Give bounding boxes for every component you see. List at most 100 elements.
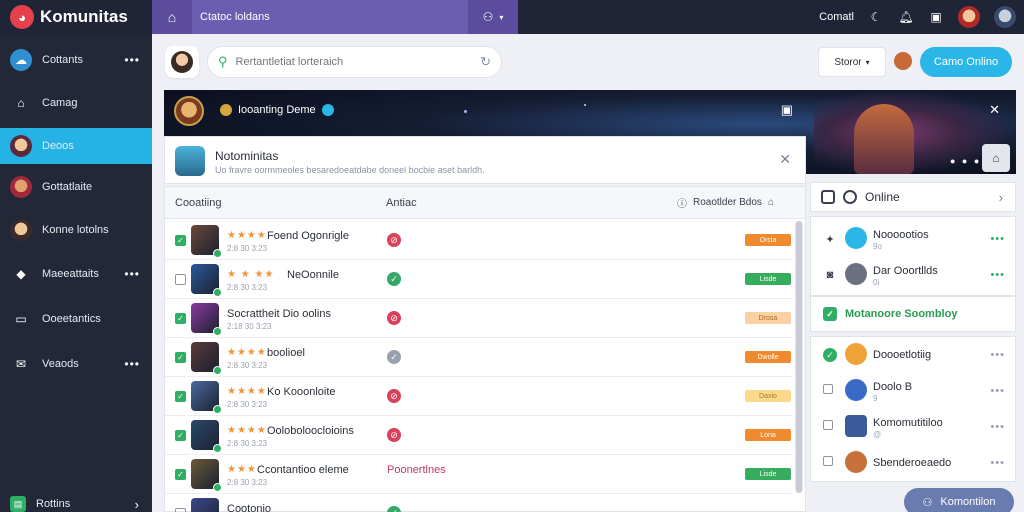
status-tag[interactable]: Lisde [745, 273, 791, 285]
filter-icon[interactable]: ⌂ [768, 197, 774, 208]
table-row[interactable]: ★ ★ ★★ NeOonnile 2:8 30 3:23 ✓ Lisde [165, 260, 793, 299]
community-banner[interactable]: ✓ Motanoore Soombloy [810, 296, 1016, 332]
row-checkbox[interactable]: ✓ [175, 313, 186, 324]
refresh-icon[interactable]: ↻ [480, 54, 491, 70]
sidebar-item-gottatlaite[interactable]: Gottatlaite [0, 169, 152, 205]
scrollbar[interactable] [795, 221, 803, 493]
row-checkbox[interactable]: ✓ [175, 391, 186, 402]
row-checkbox[interactable]: ✓ [175, 235, 186, 246]
status-tag[interactable]: Dwolle [745, 351, 791, 363]
status-tag[interactable]: Orcia [745, 234, 791, 246]
approve-icon[interactable]: ✓ [387, 506, 401, 512]
member-item[interactable]: ✓ Doooetlotiig ••• [811, 337, 1017, 373]
status-select[interactable]: Storor ▾ [818, 47, 886, 77]
chat-button[interactable]: ⚇ Komontilon [904, 488, 1014, 512]
row-title[interactable]: Socrattheit Dio oolins [227, 308, 331, 320]
table-row[interactable]: ✓ Socrattheit Dio oolins 2:18 30 3:23 ⊘ Dros… [165, 299, 793, 338]
save-icon[interactable]: ▣ [781, 102, 793, 118]
more-icon[interactable]: ••• [990, 385, 1005, 397]
online-user[interactable]: ✦ Noooootios 9o ••• [811, 221, 1017, 257]
column-header[interactable]: Cooatiing [175, 197, 221, 209]
block-icon[interactable]: ⊘ [387, 428, 401, 442]
carousel-dots[interactable]: ● ● ● [950, 156, 981, 166]
more-icon[interactable]: ••• [990, 457, 1005, 469]
table-row[interactable]: ✓ ★★★★ boolioel 2:8 30 3:23 ✓ Dwolle [165, 338, 793, 377]
table-row[interactable]: Cootonio ✓ [165, 494, 793, 512]
row-title[interactable]: Ccontantioo eleme [257, 464, 349, 476]
avatar[interactable] [958, 6, 980, 28]
top-right-label[interactable]: Comatl [819, 11, 854, 23]
approve-icon[interactable]: ✓ [387, 350, 401, 364]
status-avatar[interactable] [894, 52, 912, 70]
home-icon[interactable]: ⌂ [152, 0, 192, 34]
sidebar-item-maeeattaits[interactable]: ◆ Maeeattaits ••• [0, 256, 152, 292]
table-row[interactable]: ✓ ★★★★ Ko Kooonloite 2:8 30 3:23 ⊘ Daxio [165, 377, 793, 416]
block-icon[interactable]: ⊘ [387, 389, 401, 403]
row-title[interactable]: NeOonnile [287, 269, 339, 281]
sidebar-item-cottants[interactable]: ☁ Cottants ••• [0, 42, 152, 78]
row-title[interactable]: boolioel [267, 347, 305, 359]
more-icon[interactable]: ••• [124, 267, 140, 281]
status-tag[interactable]: Drosa [745, 312, 791, 324]
breadcrumb-menu[interactable]: ⚇ ▾ [468, 0, 518, 34]
column-header[interactable]: Antiac [386, 197, 417, 209]
column-header-filter[interactable]: ⓘ Roaotlder Bdos ⌂ [677, 195, 774, 210]
row-title[interactable]: Ooloboloocloioins [267, 425, 354, 437]
chevron-right-icon[interactable]: › [999, 190, 1003, 205]
row-checkbox[interactable]: ✓ [175, 352, 186, 363]
chevron-right-icon[interactable]: › [135, 497, 140, 512]
sidebar-footer[interactable]: ▤ Rottins › [0, 486, 152, 512]
more-icon[interactable]: ••• [124, 357, 140, 371]
more-icon[interactable]: ••• [990, 421, 1005, 433]
block-icon[interactable]: ⊘ [387, 233, 401, 247]
status-tag[interactable]: Lisde [745, 468, 791, 480]
camera-icon[interactable]: ⌂ [982, 144, 1010, 172]
member-item[interactable]: Doolo B 9 ••• [811, 373, 1017, 409]
status-tag[interactable]: Loria [745, 429, 791, 441]
search-box[interactable]: ⚲ ↻ [207, 46, 502, 78]
table-row[interactable]: ✓ ★★★★ Ooloboloocloioins 2:8 30 3:23 ⊘ Loria [165, 416, 793, 455]
more-icon[interactable]: ••• [990, 349, 1005, 361]
breadcrumb[interactable]: Ctatoc loldans [192, 0, 468, 34]
approve-icon[interactable]: ✓ [387, 272, 401, 286]
sidebar-item-camag[interactable]: ⌂ Camag [0, 85, 152, 121]
close-icon[interactable]: ✕ [779, 151, 791, 168]
row-title[interactable]: Cootonio [227, 503, 271, 512]
sidebar-item-deoos[interactable]: Deoos [0, 128, 152, 164]
block-icon[interactable]: ⊘ [387, 311, 401, 325]
sidebar-item-ooeetantics[interactable]: ▭ Ooeetantics [0, 301, 152, 337]
calendar-icon[interactable]: ▣ [928, 9, 944, 25]
more-icon[interactable]: ••• [990, 233, 1005, 245]
member-item[interactable]: Sbenderoeaedo ••• [811, 445, 1017, 481]
brand[interactable]: ◕ Komunitas [0, 0, 152, 34]
online-header[interactable]: Online › [810, 182, 1016, 212]
row-checkbox[interactable] [175, 508, 186, 512]
row-checkbox[interactable]: ✓ [175, 469, 186, 480]
row-title[interactable]: Ko Kooonloite [267, 386, 336, 398]
banner-avatar[interactable] [174, 96, 204, 126]
table-row[interactable]: ✓ ★★★★ Foend Ogonrigle 2:8 30 3:23 ⊘ Orcia [165, 221, 793, 260]
avatar[interactable] [994, 6, 1016, 28]
member-item[interactable]: Komomutitiloo @ ••• [811, 409, 1017, 445]
sidebar-item-veaods[interactable]: ✉ Veaods ••• [0, 346, 152, 382]
row-checkbox[interactable] [175, 274, 186, 285]
table-row[interactable]: ✓ ★★★ Ccontantioo eleme Poonertlnes 2:8 30 3… [165, 455, 793, 494]
bell-icon[interactable]: 🔔︎ [898, 9, 914, 25]
user-button[interactable] [165, 46, 199, 78]
row-checkbox[interactable]: ✓ [175, 430, 186, 441]
more-icon[interactable]: ••• [990, 269, 1005, 281]
moon-icon[interactable]: ☾ [868, 9, 884, 25]
checkbox-icon[interactable] [823, 456, 833, 466]
close-icon[interactable]: ✕ [989, 102, 1000, 118]
camo-online-button[interactable]: Camo Onlino [920, 47, 1012, 77]
checkbox-icon[interactable] [823, 420, 833, 430]
status-tag[interactable]: Daxio [745, 390, 791, 402]
check-icon[interactable]: ✓ [823, 348, 837, 362]
search-input[interactable] [235, 56, 473, 68]
row-title[interactable]: Foend Ogonrigle [267, 230, 349, 242]
sidebar-item-konne-lotolns[interactable]: Konne lotolns [0, 212, 152, 248]
online-user[interactable]: ◙ Dar Ooortllds 0i ••• [811, 257, 1017, 293]
checkbox-icon[interactable] [823, 384, 833, 394]
more-icon[interactable]: ••• [124, 53, 140, 67]
scrollbar-thumb[interactable] [796, 221, 802, 493]
